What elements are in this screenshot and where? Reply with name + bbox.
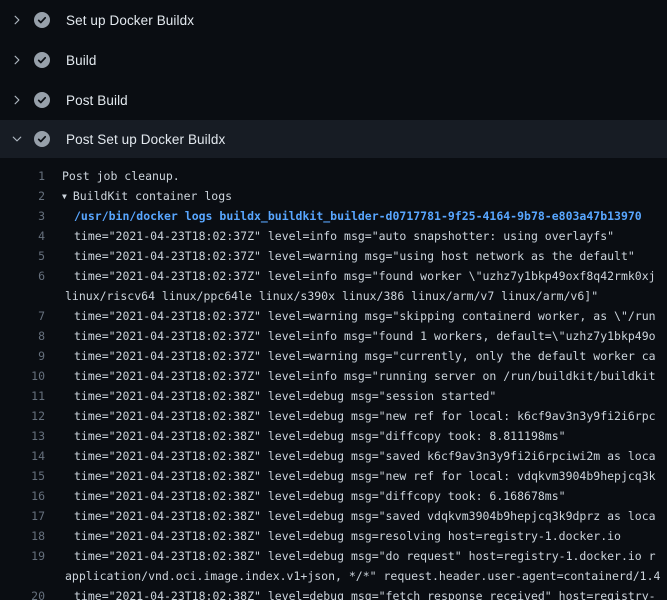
log-text: time="2021-04-23T18:02:38Z" level=debug … <box>45 526 621 546</box>
group-collapse-triangle-icon[interactable]: ▼ <box>62 187 67 206</box>
log-line: 8 time="2021-04-23T18:02:37Z" level=info… <box>0 326 667 346</box>
log-line: 10 time="2021-04-23T18:02:37Z" level=inf… <box>0 366 667 386</box>
log-group-header: 2 ▼ BuildKit container logs <box>0 186 667 206</box>
line-number[interactable]: 13 <box>0 426 45 446</box>
log-text: time="2021-04-23T18:02:37Z" level=info m… <box>45 226 614 246</box>
chevron-right-icon <box>10 13 24 27</box>
log-line-command: 3 /usr/bin/docker logs buildx_buildkit_b… <box>0 206 667 226</box>
log-text: time="2021-04-23T18:02:38Z" level=debug … <box>45 486 566 506</box>
step-header-post-build[interactable]: Post Build <box>0 80 667 120</box>
log-line: 17 time="2021-04-23T18:02:38Z" level=deb… <box>0 506 667 526</box>
log-line: 1 Post job cleanup. <box>0 166 667 186</box>
line-number[interactable]: 17 <box>0 506 45 526</box>
line-number[interactable]: 5 <box>0 246 45 266</box>
line-number[interactable]: 10 <box>0 366 45 386</box>
log-text: time="2021-04-23T18:02:38Z" level=debug … <box>45 406 656 426</box>
check-circle-icon <box>34 131 50 147</box>
line-number[interactable]: 7 <box>0 306 45 326</box>
line-number[interactable]: 8 <box>0 326 45 346</box>
log-text: time="2021-04-23T18:02:38Z" level=debug … <box>45 446 656 466</box>
log-text: /usr/bin/docker logs buildx_buildkit_bui… <box>45 206 642 226</box>
log-text: time="2021-04-23T18:02:37Z" level=info m… <box>45 266 656 286</box>
line-number[interactable] <box>0 286 45 306</box>
log-line: 15 time="2021-04-23T18:02:38Z" level=deb… <box>0 466 667 486</box>
log-text: time="2021-04-23T18:02:37Z" level=info m… <box>45 326 656 346</box>
line-number[interactable]: 16 <box>0 486 45 506</box>
log-line: 14 time="2021-04-23T18:02:38Z" level=deb… <box>0 446 667 466</box>
log-line: 18 time="2021-04-23T18:02:38Z" level=deb… <box>0 526 667 546</box>
step-list: Set up Docker Buildx Build Post Build <box>0 0 667 158</box>
step-title: Set up Docker Buildx <box>66 13 194 28</box>
line-number[interactable]: 15 <box>0 466 45 486</box>
line-number[interactable]: 12 <box>0 406 45 426</box>
log-text: time="2021-04-23T18:02:38Z" level=debug … <box>45 386 496 406</box>
log-text: time="2021-04-23T18:02:38Z" level=debug … <box>45 546 656 566</box>
check-circle-icon <box>34 52 50 68</box>
log-text: time="2021-04-23T18:02:37Z" level=warnin… <box>45 246 635 266</box>
log-text: linux/riscv64 linux/ppc64le linux/s390x … <box>45 286 598 306</box>
log-line: 20 time="2021-04-23T18:02:38Z" level=deb… <box>0 586 667 600</box>
line-number[interactable]: 6 <box>0 266 45 286</box>
chevron-right-icon <box>10 93 24 107</box>
log-text: time="2021-04-23T18:02:38Z" level=debug … <box>45 466 656 486</box>
check-circle-icon <box>34 12 50 28</box>
step-header-build[interactable]: Build <box>0 40 667 80</box>
log-line: 13 time="2021-04-23T18:02:38Z" level=deb… <box>0 426 667 446</box>
log-text: time="2021-04-23T18:02:37Z" level=warnin… <box>45 306 656 326</box>
log-line: 11 time="2021-04-23T18:02:38Z" level=deb… <box>0 386 667 406</box>
log-viewer: 1 Post job cleanup. 2 ▼ BuildKit containe… <box>0 158 667 600</box>
step-title: Post Build <box>66 93 128 108</box>
log-line: 5 time="2021-04-23T18:02:37Z" level=warn… <box>0 246 667 266</box>
chevron-right-icon <box>10 53 24 67</box>
step-header-post-set-up-docker-buildx[interactable]: Post Set up Docker Buildx <box>0 120 667 158</box>
line-number[interactable]: 4 <box>0 226 45 246</box>
log-line: 7 time="2021-04-23T18:02:37Z" level=warn… <box>0 306 667 326</box>
log-text: time="2021-04-23T18:02:37Z" level=info m… <box>45 366 656 386</box>
log-line: 16 time="2021-04-23T18:02:38Z" level=deb… <box>0 486 667 506</box>
step-title: Build <box>66 53 97 68</box>
log-line: 19 time="2021-04-23T18:02:38Z" level=deb… <box>0 546 667 566</box>
log-line: 6 time="2021-04-23T18:02:37Z" level=info… <box>0 266 667 286</box>
chevron-down-icon <box>10 132 24 146</box>
log-text: time="2021-04-23T18:02:38Z" level=debug … <box>45 426 566 446</box>
log-line-wrap: application/vnd.oci.image.index.v1+json,… <box>0 566 667 586</box>
log-text: application/vnd.oci.image.index.v1+json,… <box>45 566 660 586</box>
log-line: 4 time="2021-04-23T18:02:37Z" level=info… <box>0 226 667 246</box>
line-number[interactable]: 19 <box>0 546 45 566</box>
step-header-set-up-docker-buildx[interactable]: Set up Docker Buildx <box>0 0 667 40</box>
log-text: time="2021-04-23T18:02:38Z" level=debug … <box>45 506 656 526</box>
line-number[interactable]: 11 <box>0 386 45 406</box>
line-number[interactable]: 20 <box>0 586 45 600</box>
log-line-wrap: linux/riscv64 linux/ppc64le linux/s390x … <box>0 286 667 306</box>
log-line: 9 time="2021-04-23T18:02:37Z" level=warn… <box>0 346 667 366</box>
log-line: 12 time="2021-04-23T18:02:38Z" level=deb… <box>0 406 667 426</box>
group-label[interactable]: BuildKit container logs <box>73 189 232 203</box>
line-number[interactable]: 14 <box>0 446 45 466</box>
log-text: ▼ BuildKit container logs <box>45 186 232 206</box>
log-text: Post job cleanup. <box>45 166 180 186</box>
line-number[interactable]: 3 <box>0 206 45 226</box>
line-number[interactable]: 9 <box>0 346 45 366</box>
line-number[interactable]: 18 <box>0 526 45 546</box>
check-circle-icon <box>34 92 50 108</box>
line-number[interactable]: 2 <box>0 186 45 206</box>
line-number[interactable] <box>0 566 45 586</box>
log-text: time="2021-04-23T18:02:37Z" level=warnin… <box>45 346 656 366</box>
step-title: Post Set up Docker Buildx <box>66 132 225 147</box>
line-number[interactable]: 1 <box>0 166 45 186</box>
log-text: time="2021-04-23T18:02:38Z" level=debug … <box>45 586 656 600</box>
